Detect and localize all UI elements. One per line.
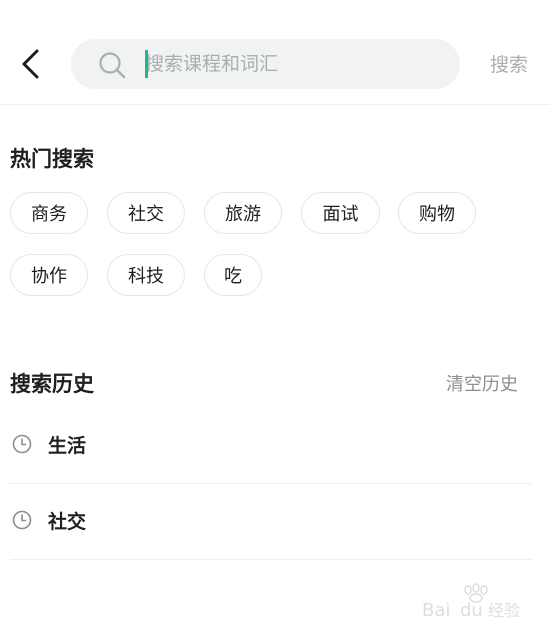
hot-tag-interview[interactable]: 面试: [301, 192, 380, 234]
hot-tag-business[interactable]: 商务: [10, 192, 88, 234]
chevron-left-icon: [22, 49, 39, 79]
hot-tag-shopping[interactable]: 购物: [398, 192, 476, 234]
baidu-watermark: Bai du 经验: [422, 583, 520, 621]
hot-tag-travel[interactable]: 旅游: [204, 192, 282, 234]
hot-tag-collaboration[interactable]: 协作: [10, 254, 88, 296]
clock-icon: [12, 434, 32, 454]
hot-tag-eat[interactable]: 吃: [204, 254, 262, 296]
history-item[interactable]: 社交: [10, 484, 532, 560]
top-bar: 搜索: [0, 0, 550, 105]
hot-tag-technology[interactable]: 科技: [107, 254, 185, 296]
search-input[interactable]: [145, 47, 435, 81]
hot-tag-social[interactable]: 社交: [107, 192, 185, 234]
search-icon: [99, 52, 126, 79]
history-item[interactable]: 生活: [10, 408, 532, 484]
back-button[interactable]: [12, 44, 48, 84]
history-item-label: 生活: [48, 435, 87, 457]
search-history-title: 搜索历史: [10, 372, 94, 396]
clear-history-button[interactable]: 清空历史: [446, 370, 518, 396]
search-box[interactable]: [71, 39, 460, 89]
hot-search-title: 热门搜索: [10, 147, 94, 171]
svg-text:Bai: Bai: [422, 600, 450, 621]
text-caret: [145, 50, 148, 78]
svg-text:经验: 经验: [488, 601, 520, 620]
history-item-label: 社交: [48, 511, 87, 533]
clock-icon: [12, 510, 32, 530]
svg-text:du: du: [460, 600, 483, 621]
search-button[interactable]: 搜索: [490, 50, 528, 77]
